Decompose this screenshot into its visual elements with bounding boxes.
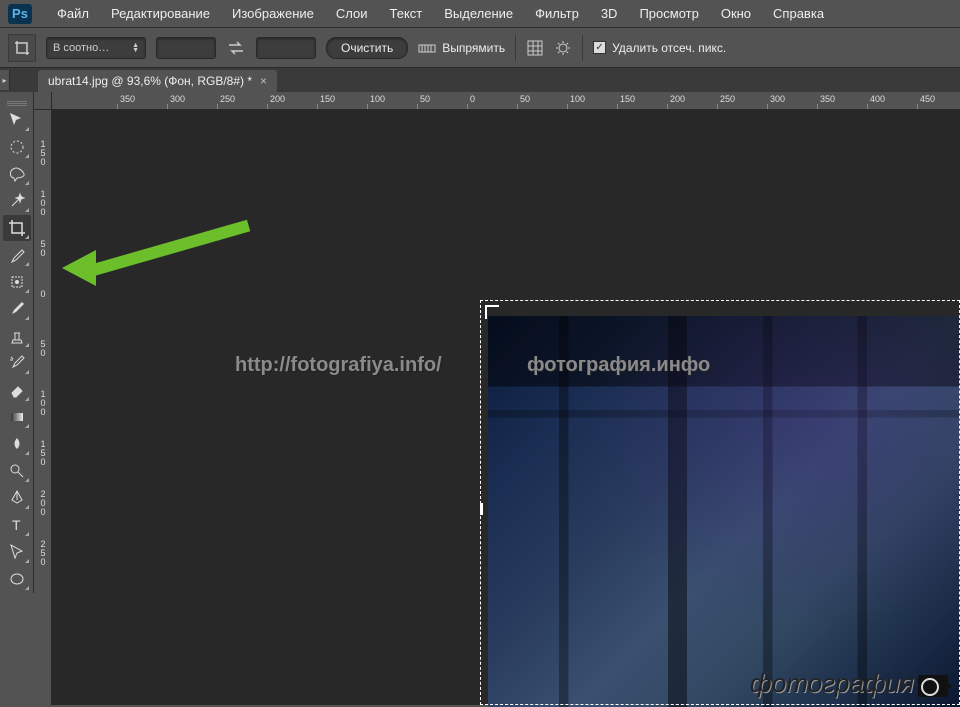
document-tab-bar: ubrat14.jpg @ 93,6% (Фон, RGB/8#) * × (0, 68, 960, 92)
swap-dimensions-icon[interactable] (226, 38, 246, 58)
menu-view[interactable]: Просмотр (628, 1, 709, 26)
clear-button[interactable]: Очистить (326, 37, 408, 59)
move-tool[interactable] (3, 107, 31, 133)
menu-3d[interactable]: 3D (590, 1, 629, 26)
crop-height-input[interactable] (256, 37, 316, 59)
annotation-arrow (88, 220, 250, 277)
panel-expand-icon[interactable]: ▸ (0, 70, 10, 90)
shape-tool[interactable] (3, 566, 31, 592)
brush-tool[interactable] (3, 296, 31, 322)
blur-tool[interactable] (3, 431, 31, 457)
eraser-tool[interactable] (3, 377, 31, 403)
menu-select[interactable]: Выделение (433, 1, 524, 26)
camera-icon (918, 675, 948, 697)
history-brush-tool[interactable] (3, 350, 31, 376)
menu-file[interactable]: Файл (46, 1, 100, 26)
watermark-text: фотография.инфо (527, 354, 710, 377)
grid-overlay-icon[interactable] (526, 39, 544, 57)
ruler-horizontal[interactable]: 3503002502001501005005010015020025030035… (52, 92, 960, 110)
watermark-url: http://fotografiya.info/ (235, 354, 442, 377)
options-bar: В соотно… ▲▼ Очистить Выпрямить ✓ Удалит… (0, 28, 960, 68)
crop-settings-icon[interactable] (554, 39, 572, 57)
gradient-tool[interactable] (3, 404, 31, 430)
dropdown-arrows-icon: ▲▼ (132, 43, 139, 53)
menu-window[interactable]: Окно (710, 1, 762, 26)
crop-tool[interactable] (3, 215, 31, 241)
work-area: 3503002502001501005005010015020025030035… (34, 92, 960, 705)
menu-type[interactable]: Текст (379, 1, 434, 26)
eyedropper-tool[interactable] (3, 242, 31, 268)
watermark-logo: фотография (750, 668, 948, 699)
current-tool-icon[interactable] (8, 34, 36, 62)
clone-stamp-tool[interactable] (3, 323, 31, 349)
straighten-button[interactable]: Выпрямить (418, 41, 505, 55)
crop-handle-tl[interactable] (485, 305, 499, 319)
canvas[interactable]: http://fotografiya.info/ фотография.инфо… (52, 110, 960, 705)
app-logo: Ps (8, 4, 32, 24)
menu-filter[interactable]: Фильтр (524, 1, 590, 26)
ruler-vertical[interactable]: 15010050050100150200250 (34, 110, 52, 705)
type-tool[interactable]: T (3, 512, 31, 538)
svg-text:T: T (12, 517, 21, 533)
document-tab-title: ubrat14.jpg @ 93,6% (Фон, RGB/8#) * (48, 74, 252, 88)
close-tab-icon[interactable]: × (260, 74, 267, 88)
dodge-tool[interactable] (3, 458, 31, 484)
ruler-origin[interactable] (34, 92, 52, 110)
menu-bar: Ps Файл Редактирование Изображение Слои … (0, 0, 960, 28)
menu-image[interactable]: Изображение (221, 1, 325, 26)
healing-brush-tool[interactable] (3, 269, 31, 295)
crop-ratio-label: В соотно… (53, 42, 109, 54)
crop-ratio-dropdown[interactable]: В соотно… ▲▼ (46, 37, 146, 59)
toolbox: T (0, 92, 34, 593)
lasso-tool[interactable] (3, 161, 31, 187)
path-selection-tool[interactable] (3, 539, 31, 565)
crop-width-input[interactable] (156, 37, 216, 59)
menu-layer[interactable]: Слои (325, 1, 379, 26)
menu-edit[interactable]: Редактирование (100, 1, 221, 26)
marquee-tool[interactable] (3, 134, 31, 160)
pen-tool[interactable] (3, 485, 31, 511)
crop-handle-left-mid[interactable] (480, 503, 483, 515)
annotation-arrow-head (62, 250, 96, 286)
magic-wand-tool[interactable] (3, 188, 31, 214)
document-tab[interactable]: ubrat14.jpg @ 93,6% (Фон, RGB/8#) * × (38, 70, 277, 92)
straighten-icon (418, 41, 436, 55)
delete-cropped-checkbox[interactable]: ✓ Удалить отсеч. пикс. (593, 41, 726, 55)
toolbox-handle[interactable] (0, 96, 33, 106)
checkbox-icon: ✓ (593, 41, 606, 54)
menu-help[interactable]: Справка (762, 1, 835, 26)
